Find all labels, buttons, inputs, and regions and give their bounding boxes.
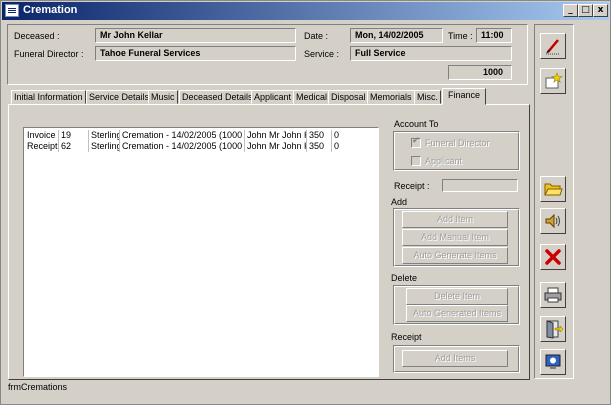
deceased-field[interactable]: Mr John Kellar xyxy=(95,28,296,43)
receipt-title: Receipt xyxy=(391,332,422,342)
tab-disposal[interactable]: Disposal xyxy=(328,90,369,104)
item-amount-cell: 350 xyxy=(307,130,332,141)
service-label: Service : xyxy=(304,49,340,59)
funeral-director-option-label: Funeral Director xyxy=(425,138,490,148)
sound-button[interactable] xyxy=(540,208,566,234)
tab-applicant[interactable]: Applicant xyxy=(251,90,295,104)
window-title: Cremation xyxy=(23,4,78,16)
monitor-help-icon xyxy=(545,354,561,369)
list-item[interactable]: Invoice 19 Sterling Cremation - 14/02/20… xyxy=(25,130,379,141)
funeral-director-field[interactable]: Tahoe Funeral Services xyxy=(95,46,296,61)
delete-button[interactable] xyxy=(540,244,566,270)
item-number-cell: 19 xyxy=(59,130,89,141)
add-items-button[interactable]: Add Items xyxy=(402,350,508,367)
item-currency-cell: Sterling xyxy=(91,130,120,141)
maximize-button[interactable]: □ xyxy=(578,4,593,17)
print-button[interactable] xyxy=(540,282,566,308)
item-paid-cell: 0 xyxy=(334,141,340,151)
help-button[interactable] xyxy=(540,349,566,375)
edit-button[interactable] xyxy=(540,33,566,59)
tab-initial-information[interactable]: Initial Information xyxy=(11,90,86,104)
tab-memorials[interactable]: Memorials xyxy=(367,90,415,104)
tab-deceased-details[interactable]: Deceased Details xyxy=(179,90,256,104)
applicant-option-label: Applicant xyxy=(425,156,463,166)
date-label: Date : xyxy=(304,31,329,41)
app-icon xyxy=(5,4,19,17)
speaker-icon xyxy=(545,213,560,229)
service-field[interactable]: Full Service xyxy=(350,46,512,61)
delete-item-button[interactable]: Delete Item xyxy=(406,288,508,305)
deceased-label: Deceased : xyxy=(14,31,60,41)
funeral-director-label: Funeral Director : xyxy=(14,49,84,59)
tab-music[interactable]: Music xyxy=(148,90,178,104)
applicant-checkbox[interactable] xyxy=(411,156,421,166)
date-field[interactable]: Mon, 14/02/2005 xyxy=(350,28,443,43)
list-item[interactable]: Receipt 62 Sterling Cremation - 14/02/20… xyxy=(25,141,379,152)
account-to-title: Account To xyxy=(394,119,439,129)
auto-generate-items-button[interactable]: Auto Generate Items xyxy=(402,247,508,264)
print-icon xyxy=(544,287,562,303)
item-name-cell: John Mr John Kellar xyxy=(245,141,307,152)
status-text: frmCremations xyxy=(8,382,68,392)
time-field[interactable]: 11:00 xyxy=(476,28,512,43)
auto-generated-items-button[interactable]: Auto Generated Items xyxy=(406,305,508,322)
add-manual-item-button[interactable]: Add Manual Item xyxy=(402,229,508,246)
item-currency-cell: Sterling xyxy=(91,141,120,152)
finance-items-list[interactable]: Invoice 19 Sterling Cremation - 14/02/20… xyxy=(23,127,379,377)
tab-finance[interactable]: Finance xyxy=(442,88,487,105)
time-label: Time : xyxy=(448,31,473,41)
item-amount-cell: 350 xyxy=(307,141,332,152)
item-number-cell: 62 xyxy=(59,141,89,152)
exit-button[interactable] xyxy=(540,316,566,342)
funeral-director-checkbox[interactable] xyxy=(411,136,421,148)
exit-door-icon xyxy=(546,320,563,339)
item-name-cell: John Mr John Kellar xyxy=(245,130,307,141)
tab-medical[interactable]: Medical xyxy=(293,90,331,104)
item-type-cell: Receipt xyxy=(27,141,59,152)
pen-edit-icon xyxy=(546,39,560,55)
open-button[interactable] xyxy=(540,176,566,202)
item-description-cell: Cremation - 14/02/2005 (1000 ) xyxy=(122,141,245,152)
new-record-button[interactable] xyxy=(540,68,566,94)
delete-x-icon xyxy=(545,249,561,265)
add-title: Add xyxy=(391,197,408,207)
record-number-field[interactable]: 1000 xyxy=(448,65,512,80)
item-paid-cell: 0 xyxy=(334,130,340,140)
receipt-label: Receipt : xyxy=(394,181,430,191)
open-folder-icon xyxy=(544,183,563,196)
title-bar[interactable]: Cremation _ □ x xyxy=(2,2,609,20)
cremation-window: Cremation _ □ x Deceased : Mr John Kella… xyxy=(0,0,611,405)
tab-service-details[interactable]: Service Details xyxy=(86,90,153,104)
minimize-button[interactable]: _ xyxy=(563,4,578,17)
new-star-icon xyxy=(545,72,563,89)
receipt-field[interactable] xyxy=(442,179,518,192)
close-button[interactable]: x xyxy=(593,4,608,17)
delete-title: Delete xyxy=(391,273,418,283)
status-bar: frmCremations xyxy=(2,381,609,403)
tab-misc[interactable]: Misc. xyxy=(414,90,441,104)
item-type-cell: Invoice xyxy=(25,130,59,141)
item-description-cell: Cremation - 14/02/2005 (1000 ) xyxy=(122,130,245,141)
add-item-button[interactable]: Add Item xyxy=(402,211,508,228)
